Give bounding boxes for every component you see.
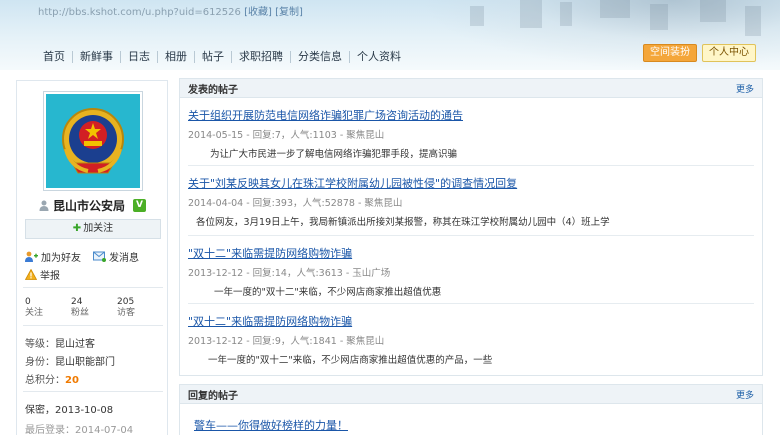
divider — [188, 235, 754, 236]
last-login: 最后登录：2014-07-04 — [25, 425, 134, 435]
send-message-button[interactable]: 发消息 — [93, 249, 139, 264]
plus-icon: ✚ — [72, 223, 82, 234]
stat-fans[interactable]: 24 粉丝 — [71, 297, 117, 319]
copy-link[interactable]: [复制] — [275, 7, 303, 18]
nav-jobs[interactable]: 求职招聘 — [231, 51, 290, 63]
identity-key: 身份： — [25, 357, 55, 368]
post-title-link[interactable]: "双十二"来临需提防网络购物诈骗 — [188, 313, 754, 329]
replies-panel-title: 回复的帖子 — [188, 390, 238, 402]
replies-panel-header: 回复的帖子 更多 — [180, 385, 762, 404]
main-nav: 首页 新鲜事 日志 相册 帖子 求职招聘 分类信息 个人资料 — [36, 48, 408, 66]
post-excerpt: 一年一度的"双十二"来临，不少网店商家推出超值优惠 — [214, 287, 442, 298]
nav-home[interactable]: 首页 — [36, 51, 72, 63]
stat-following[interactable]: 0 关注 — [25, 297, 71, 319]
post-title-link[interactable]: 关于组织开展防范电信网络诈骗犯罪广场咨询活动的通告 — [188, 107, 754, 123]
points-key: 总积分： — [25, 375, 65, 386]
post-meta: 2014-04-04 - 回复:393，人气:52878 - 聚焦昆山 — [188, 198, 403, 209]
reply-title-link[interactable]: 警车——你得做好榜样的力量！ — [194, 417, 760, 433]
profile-url: http://bbs.kshot.com/u.php?uid=612526 [收… — [38, 3, 303, 18]
list-item: 关于"刘某反映其女儿在珠江学校附属幼儿园被性侵"的调查情况回复 2014-04-… — [188, 175, 754, 228]
level-row: 等级：昆山过客 — [25, 335, 95, 350]
space-decor-button[interactable]: 空间装扮 — [643, 44, 697, 62]
add-friend-icon — [25, 251, 38, 262]
person-icon — [39, 200, 49, 211]
personal-center-button[interactable]: 个人中心 — [702, 44, 756, 62]
level-value: 昆山过客 — [55, 339, 95, 350]
stat-value: 205 — [117, 297, 135, 307]
divider — [23, 391, 163, 392]
privacy-line: 保密，2013-10-08 — [25, 405, 114, 416]
stat-value: 24 — [71, 297, 83, 307]
list-item: 关于组织开展防范电信网络诈骗犯罪广场咨询活动的通告 2014-05-15 - 回… — [188, 107, 754, 160]
report-button[interactable]: 举报 — [25, 267, 60, 282]
message-icon — [93, 251, 106, 262]
skyline-building — [650, 4, 668, 30]
divider — [188, 303, 754, 304]
stat-label: 关注 — [25, 308, 44, 318]
post-meta: 2013-12-12 - 回复:9，人气:1841 - 聚焦昆山 — [188, 336, 385, 347]
post-meta: 2014-05-15 - 回复:7，人气:1103 - 聚焦昆山 — [188, 130, 385, 141]
profile-name-row: 昆山市公安局 V — [39, 197, 147, 214]
skyline-building — [560, 2, 572, 26]
skyline-building — [600, 0, 630, 18]
police-emblem-image — [46, 94, 140, 188]
follow-button[interactable]: ✚ 加关注 — [25, 219, 161, 239]
nav-profile[interactable]: 个人资料 — [349, 51, 408, 63]
replies-panel: 回复的帖子 更多 警车——你得做好榜样的力量！ — [179, 384, 763, 435]
divider — [23, 325, 163, 326]
verified-badge: V — [133, 199, 147, 212]
posts-panel: 发表的帖子 更多 关于组织开展防范电信网络诈骗犯罪广场咨询活动的通告 2014-… — [179, 78, 763, 376]
skyline-building — [700, 0, 726, 22]
post-excerpt: 各位网友，3月19日上午，我局新镇派出所接刘某报警，称其在珠江学校附属幼儿园中（… — [196, 217, 610, 228]
profile-stats: 0 关注 24 粉丝 205 访客 — [25, 297, 163, 319]
divider — [23, 287, 163, 288]
add-friend-label: 加为好友 — [41, 253, 81, 264]
points-row: 总积分：20 — [25, 371, 79, 386]
stat-value: 0 — [25, 297, 31, 307]
send-message-label: 发消息 — [109, 253, 139, 264]
police-emblem-icon — [62, 108, 124, 174]
post-title-link[interactable]: 关于"刘某反映其女儿在珠江学校附属幼儿园被性侵"的调查情况回复 — [188, 175, 754, 191]
skyline-building — [745, 6, 761, 36]
list-item: "双十二"来临需提防网络购物诈骗 2013-12-12 - 回复:9，人气:18… — [188, 313, 754, 366]
post-meta: 2013-12-12 - 回复:14，人气:3613 - 玉山广场 — [188, 268, 391, 279]
add-friend-button[interactable]: 加为好友 — [25, 249, 81, 264]
nav-album[interactable]: 相册 — [157, 51, 194, 63]
posts-panel-header: 发表的帖子 更多 — [180, 79, 762, 98]
follow-label: 加关注 — [83, 223, 114, 234]
list-item: 警车——你得做好榜样的力量！ — [194, 417, 760, 433]
stat-label: 粉丝 — [71, 308, 90, 318]
identity-row: 身份：昆山职能部门 — [25, 353, 115, 368]
skyline-building — [470, 6, 484, 26]
divider — [188, 165, 754, 166]
posts-panel-title: 发表的帖子 — [188, 84, 238, 96]
nav-news[interactable]: 新鲜事 — [72, 51, 120, 63]
collect-link[interactable]: [收藏] — [244, 7, 272, 18]
profile-name: 昆山市公安局 — [53, 199, 126, 213]
report-label: 举报 — [40, 271, 60, 282]
nav-classifieds[interactable]: 分类信息 — [290, 51, 349, 63]
post-excerpt: 为让广大市民进一步了解电信网络诈骗犯罪手段，提高识骗 — [210, 149, 458, 160]
post-title-link[interactable]: "双十二"来临需提防网络购物诈骗 — [188, 245, 754, 261]
points-value: 20 — [65, 375, 79, 386]
profile-sidebar: 昆山市公安局 V ✚ 加关注 加为好友 发消息 举报 0 关注 24 粉丝 20… — [16, 80, 168, 435]
nav-blog[interactable]: 日志 — [120, 51, 157, 63]
list-item: "双十二"来临需提防网络购物诈骗 2013-12-12 - 回复:14，人气:3… — [188, 245, 754, 298]
identity-value: 昆山职能部门 — [55, 357, 115, 368]
stat-visitors[interactable]: 205 访客 — [117, 297, 163, 319]
replies-more-link[interactable]: 更多 — [736, 388, 754, 401]
warning-icon — [25, 269, 37, 280]
posts-more-link[interactable]: 更多 — [736, 82, 754, 95]
stat-label: 访客 — [117, 308, 136, 318]
post-excerpt: 一年一度的"双十二"来临，不少网店商家推出超值优惠的产品，一些 — [208, 355, 493, 366]
skyline-building — [520, 0, 542, 28]
avatar[interactable] — [43, 91, 143, 191]
profile-url-text: http://bbs.kshot.com/u.php?uid=612526 — [38, 7, 241, 18]
nav-posts[interactable]: 帖子 — [194, 51, 231, 63]
level-key: 等级： — [25, 339, 55, 350]
